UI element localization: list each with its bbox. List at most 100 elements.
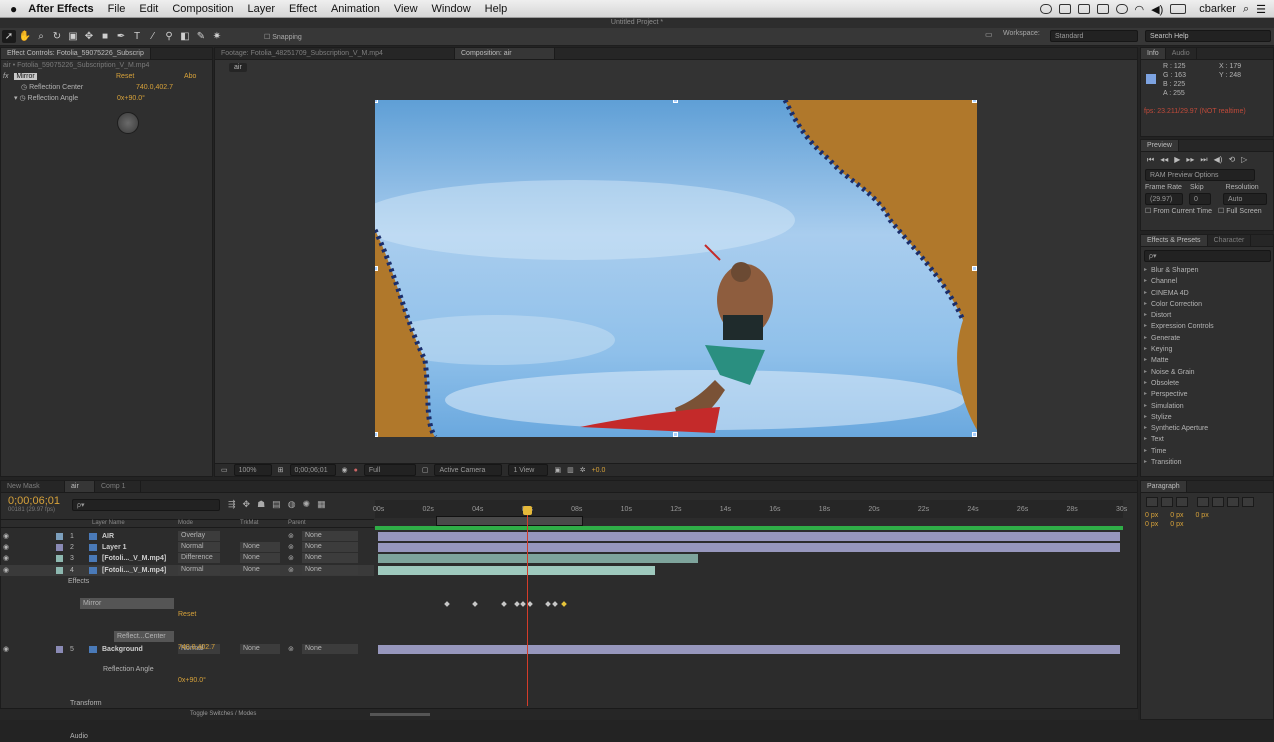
expand-arrow-icon[interactable]: ▾ (14, 95, 18, 102)
layer-name[interactable]: Background (102, 644, 143, 655)
zoom-tool-icon[interactable]: ⌕ (34, 30, 48, 43)
effect-reset-link[interactable]: Reset (116, 71, 134, 82)
resolution-select[interactable]: Full (363, 464, 416, 476)
composition-frame[interactable] (375, 100, 977, 437)
volume-icon[interactable]: ◀) (1151, 3, 1163, 16)
toggle-switches-modes[interactable]: Toggle Switches / Modes (190, 711, 256, 717)
layer-trkmat-select[interactable]: None (240, 565, 280, 575)
effects-search-input[interactable]: ρ▾ (1144, 250, 1271, 262)
transform-handle[interactable] (972, 100, 977, 103)
layer-name[interactable]: AIR (102, 531, 114, 542)
reflection-angle-value[interactable]: 0x+90.0° (178, 675, 1274, 686)
transform-handle[interactable] (375, 266, 378, 271)
fast-previews-icon[interactable]: ▥ (567, 466, 574, 474)
effect-category-item[interactable]: Time (1141, 446, 1273, 458)
indent-right-value[interactable]: 0 px (1170, 512, 1183, 519)
tab-effects-presets[interactable]: Effects & Presets (1141, 235, 1208, 246)
effect-category-item[interactable]: Color Correction (1141, 299, 1273, 311)
transform-handle[interactable] (673, 432, 678, 437)
effect-category-item[interactable]: Matte (1141, 355, 1273, 367)
show-channel-icon[interactable]: ● (354, 467, 358, 474)
align-right-button[interactable] (1176, 497, 1188, 507)
camera-tool-icon[interactable]: ▣ (66, 30, 80, 43)
effect-category-item[interactable]: Distort (1141, 310, 1273, 322)
effect-category-item[interactable]: Channel (1141, 276, 1273, 288)
timeline-search-input[interactable]: ρ▾ (72, 499, 220, 511)
menu-app-name[interactable]: After Effects (24, 3, 100, 15)
reflect-center-label[interactable]: Reflect...Center (114, 631, 174, 642)
effects-group-label[interactable]: Effects (68, 576, 1274, 587)
ram-preview-icon[interactable]: ▷ (1241, 155, 1247, 165)
effect-category-item[interactable]: Noise & Grain (1141, 367, 1273, 379)
angle-dial[interactable] (117, 112, 139, 134)
snapping-checkbox[interactable]: ☐ Snapping (264, 33, 302, 41)
layer-mode-select[interactable]: Normal (178, 565, 220, 575)
menu-help[interactable]: Help (478, 3, 515, 15)
visibility-eye-icon[interactable]: ◉ (3, 644, 9, 655)
layer-row[interactable]: ◉ 1 AIR Overlay ⊚ None (0, 531, 374, 542)
layer-parent-select[interactable]: None (302, 542, 358, 552)
justify-center-button[interactable] (1212, 497, 1224, 507)
puppet-pin-tool-icon[interactable]: ✷ (210, 30, 224, 43)
effect-category-item[interactable]: Stylize (1141, 412, 1273, 424)
layer-type-icon[interactable] (89, 544, 97, 551)
tab-info[interactable]: Info (1141, 48, 1166, 59)
roto-brush-tool-icon[interactable]: ✎ (194, 30, 208, 43)
parent-pickwhip-icon[interactable]: ⊚ (288, 542, 294, 553)
layer-name[interactable]: [Fotoli..._V_M.mp4] (102, 553, 166, 564)
visibility-eye-icon[interactable]: ◉ (3, 553, 9, 564)
menu-window[interactable]: Window (425, 3, 478, 15)
layer-name[interactable]: [Fotoli..._V_M.mp4] (102, 565, 166, 576)
frame-rate-select[interactable]: (29.97) (1145, 193, 1183, 205)
fx-icon[interactable]: fx (3, 73, 8, 80)
always-preview-icon[interactable]: ▭ (221, 466, 228, 474)
stopwatch-icon[interactable]: ◷ (19, 95, 25, 102)
layer-type-icon[interactable] (89, 567, 97, 574)
current-time-display[interactable]: 0;00;06;01 (289, 464, 336, 476)
exposure-value[interactable]: +0.0 (592, 467, 606, 474)
brush-tool-icon[interactable]: ⁄ (146, 30, 160, 43)
layer-mode-select[interactable]: Normal (178, 542, 220, 552)
layer-trkmat-select[interactable]: None (240, 542, 280, 552)
skip-select[interactable]: 0 (1189, 193, 1211, 205)
layer-parent-select[interactable]: None (302, 565, 358, 575)
layer-mode-select[interactable]: Overlay (178, 531, 220, 541)
snapshot-icon[interactable]: ◉ (342, 466, 348, 474)
effect-category-item[interactable]: CINEMA 4D (1141, 288, 1273, 300)
reflect-center-value[interactable]: 740.0,402.7 (178, 642, 1274, 653)
stopwatch-icon[interactable]: ◷ (21, 84, 27, 91)
layer-mode-select[interactable]: Difference (178, 553, 220, 563)
loop-icon[interactable]: ⟲ (1228, 155, 1235, 165)
audio-group-label[interactable]: Audio (70, 731, 1274, 742)
mute-icon[interactable]: ◀) (1214, 155, 1223, 165)
first-frame-icon[interactable]: ⏮ (1147, 155, 1154, 165)
header-parent[interactable]: Parent (288, 520, 306, 526)
layer-duration-bar[interactable] (378, 543, 1120, 552)
effect-category-item[interactable]: Obsolete (1141, 378, 1273, 390)
mirror-effect-label[interactable]: Mirror (80, 598, 174, 609)
username[interactable]: cbarker (1199, 3, 1236, 15)
spotlight-icon[interactable]: ⌕ (1243, 3, 1249, 16)
comp-breadcrumb[interactable]: air (229, 63, 247, 72)
effect-category-item[interactable]: Generate (1141, 333, 1273, 345)
next-frame-icon[interactable]: ▸▸ (1186, 155, 1194, 165)
menu-view[interactable]: View (387, 3, 425, 15)
justify-right-button[interactable] (1227, 497, 1239, 507)
tab-paragraph[interactable]: Paragraph (1141, 481, 1187, 492)
tab-preview[interactable]: Preview (1141, 140, 1179, 151)
exposure-icon[interactable]: ✲ (580, 466, 586, 474)
resolution-select[interactable]: Auto (1223, 193, 1267, 205)
camera-select[interactable]: Active Camera (434, 464, 503, 476)
effect-category-item[interactable]: Transition (1141, 457, 1273, 469)
graph-editor-icon[interactable]: ▦ (317, 499, 326, 510)
transform-handle[interactable] (375, 100, 378, 103)
layer-row[interactable]: ◉ 4 [Fotoli..._V_M.mp4] Normal None ⊚ None (0, 565, 374, 576)
draft-3d-icon[interactable]: ✥ (243, 499, 251, 510)
layer-type-icon[interactable] (89, 555, 97, 562)
menu-layer[interactable]: Layer (241, 3, 283, 15)
magnification-select[interactable]: 100% (233, 464, 272, 476)
eraser-tool-icon[interactable]: ◧ (178, 30, 192, 43)
tab-character[interactable]: Character (1208, 235, 1252, 246)
menu-animation[interactable]: Animation (324, 3, 387, 15)
frame-blending-icon[interactable]: ▤ (272, 499, 281, 510)
